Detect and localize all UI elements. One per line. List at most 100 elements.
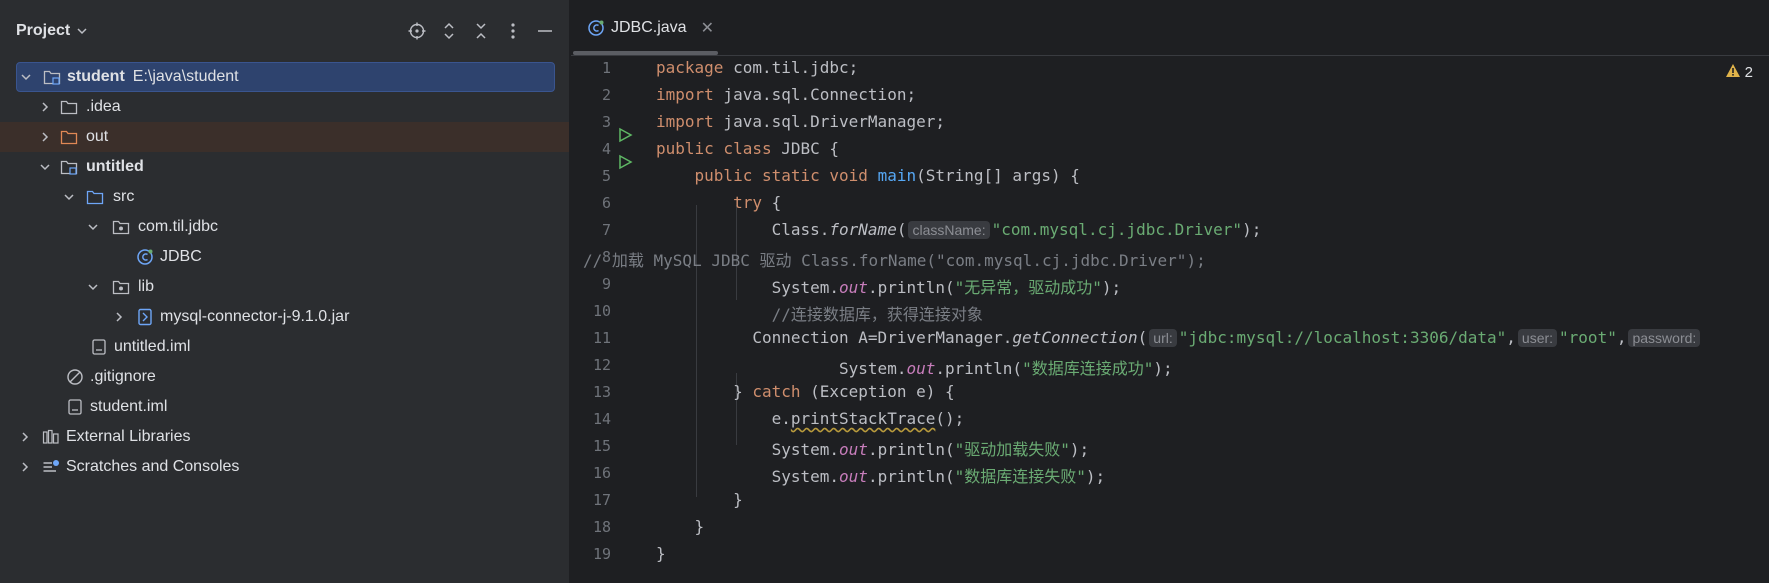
tree-item-idea[interactable]: .idea xyxy=(0,92,569,122)
line-number[interactable]: 16 xyxy=(571,464,611,482)
code-area[interactable]: 2 1 2 3 4 5 6 7 8 9 10 11 12 13 14 15 16 17 18 19 package … xyxy=(571,55,1769,583)
tree-item-scratches[interactable]: Scratches and Consoles xyxy=(0,452,569,482)
chevron-right-icon[interactable] xyxy=(112,310,126,324)
tree-item-src[interactable]: src xyxy=(0,182,569,212)
tree-item-lib[interactable]: lib xyxy=(0,272,569,302)
parameter-hint: url: xyxy=(1149,329,1177,347)
close-icon[interactable]: ✕ xyxy=(701,18,714,38)
code-token: ); xyxy=(1242,220,1262,239)
tree-item-label: JDBC xyxy=(160,248,202,265)
locate-icon[interactable] xyxy=(401,15,433,47)
tree-item-student[interactable]: student E:\java\student xyxy=(16,62,555,92)
line-number[interactable]: 12 xyxy=(571,356,611,374)
line-number[interactable]: 17 xyxy=(571,491,611,509)
project-panel: Project student E:\java\student .idea ou… xyxy=(0,0,570,583)
inspection-widget[interactable]: 2 xyxy=(1725,63,1753,82)
line-number[interactable]: 19 xyxy=(571,545,611,563)
tree-item-label: src xyxy=(113,188,135,205)
code-token: "root" xyxy=(1559,328,1617,347)
chevron-right-icon[interactable] xyxy=(38,100,52,114)
code-token: java.sql.Connection; xyxy=(713,85,917,104)
code-token: System. xyxy=(656,440,840,459)
code-token: "数据库连接成功" xyxy=(1022,359,1154,378)
code-line: Connection A=DriverManager.getConnection… xyxy=(656,328,1702,347)
code-token: "jdbc:mysql://localhost:3306/data" xyxy=(1178,328,1507,347)
code-token: "驱动加载失败" xyxy=(954,440,1070,459)
code-token: , xyxy=(1616,328,1627,347)
chevron-down-icon[interactable] xyxy=(62,190,76,204)
line-number[interactable]: 4 xyxy=(571,140,611,158)
code-token: printStackTrace xyxy=(790,409,936,428)
chevron-right-icon[interactable] xyxy=(38,130,52,144)
line-number[interactable]: 2 xyxy=(571,86,611,104)
run-icon[interactable] xyxy=(617,127,633,147)
tree-item-jdbc-class[interactable]: JDBC xyxy=(0,242,569,272)
collapse-all-icon[interactable] xyxy=(465,15,497,47)
tree-item-out[interactable]: out xyxy=(0,122,569,152)
line-number[interactable]: 13 xyxy=(571,383,611,401)
chevron-down-icon[interactable] xyxy=(76,22,88,41)
chevron-down-icon[interactable] xyxy=(86,280,100,294)
project-path: E:\java\student xyxy=(132,68,239,85)
source-folder-icon xyxy=(86,188,104,206)
module-folder-icon xyxy=(60,158,78,176)
code-line: try { xyxy=(656,193,781,212)
code-token: ( xyxy=(1137,328,1148,347)
line-number[interactable]: 7 xyxy=(571,221,611,239)
code-token: Connection A=DriverManager. xyxy=(656,328,1013,347)
parameter-hint: user: xyxy=(1517,329,1558,347)
tree-item-label: untitled.iml xyxy=(114,338,191,355)
code-token: main xyxy=(877,166,917,185)
code-line: public static void main(String[] args) { xyxy=(656,166,1080,185)
java-class-icon xyxy=(136,248,154,266)
tree-item-label: student.iml xyxy=(90,398,168,415)
tree-item-label: mysql-connector-j-9.1.0.jar xyxy=(160,308,350,325)
run-icon[interactable] xyxy=(617,154,633,174)
tree-item-external-libraries[interactable]: External Libraries xyxy=(0,422,569,452)
code-line: package com.til.jdbc; xyxy=(656,58,858,77)
code-token: System. xyxy=(656,359,907,378)
code-line: import java.sql.DriverManager; xyxy=(656,112,945,131)
line-number[interactable]: 1 xyxy=(571,59,611,77)
code-line: //连接数据库，获得连接对象 xyxy=(656,305,983,324)
code-token: JDBC { xyxy=(771,139,840,158)
code-token: import xyxy=(656,112,714,131)
tree-item-jar[interactable]: mysql-connector-j-9.1.0.jar xyxy=(0,302,569,332)
tree-item-gitignore[interactable]: .gitignore xyxy=(0,362,569,392)
editor-tabbar: JDBC.java ✕ xyxy=(571,0,1769,56)
chevron-down-icon[interactable] xyxy=(38,160,52,174)
more-options-icon[interactable] xyxy=(497,15,529,47)
tree-item-untitled-iml[interactable]: untitled.iml xyxy=(0,332,569,362)
expand-all-icon[interactable] xyxy=(433,15,465,47)
line-number[interactable]: 11 xyxy=(571,329,611,347)
project-title[interactable]: Project xyxy=(16,22,70,40)
code-line: } xyxy=(656,490,743,509)
tree-item-untitled[interactable]: untitled xyxy=(0,152,569,182)
line-number[interactable]: 3 xyxy=(571,113,611,131)
line-number[interactable]: 10 xyxy=(571,302,611,320)
line-number[interactable]: 18 xyxy=(571,518,611,536)
code-line: System.out.println("驱动加载失败"); xyxy=(656,436,1090,460)
line-number[interactable]: 5 xyxy=(571,167,611,185)
line-number[interactable]: 15 xyxy=(571,437,611,455)
code-token: public class xyxy=(656,139,772,158)
chevron-right-icon[interactable] xyxy=(18,430,32,444)
tree-item-package[interactable]: com.til.jdbc xyxy=(0,212,569,242)
chevron-down-icon[interactable] xyxy=(19,70,33,84)
line-number[interactable]: 14 xyxy=(571,410,611,428)
code-token: "数据库连接失败" xyxy=(954,467,1086,486)
tab-jdbc-java[interactable]: JDBC.java ✕ xyxy=(587,12,714,44)
tree-item-student-iml[interactable]: student.iml xyxy=(0,392,569,422)
module-folder-icon xyxy=(43,68,61,86)
chevron-down-icon[interactable] xyxy=(86,220,100,234)
code-line: System.out.println("数据库连接失败"); xyxy=(656,463,1106,487)
iml-file-icon xyxy=(90,338,108,356)
line-number[interactable]: 6 xyxy=(571,194,611,212)
chevron-right-icon[interactable] xyxy=(18,460,32,474)
code-line: System.out.println("数据库连接成功"); xyxy=(656,355,1173,379)
tree-item-label: External Libraries xyxy=(66,428,191,445)
hide-panel-icon[interactable] xyxy=(529,15,561,47)
line-number[interactable]: 9 xyxy=(571,275,611,293)
code-token: (Exception e) { xyxy=(800,382,955,401)
